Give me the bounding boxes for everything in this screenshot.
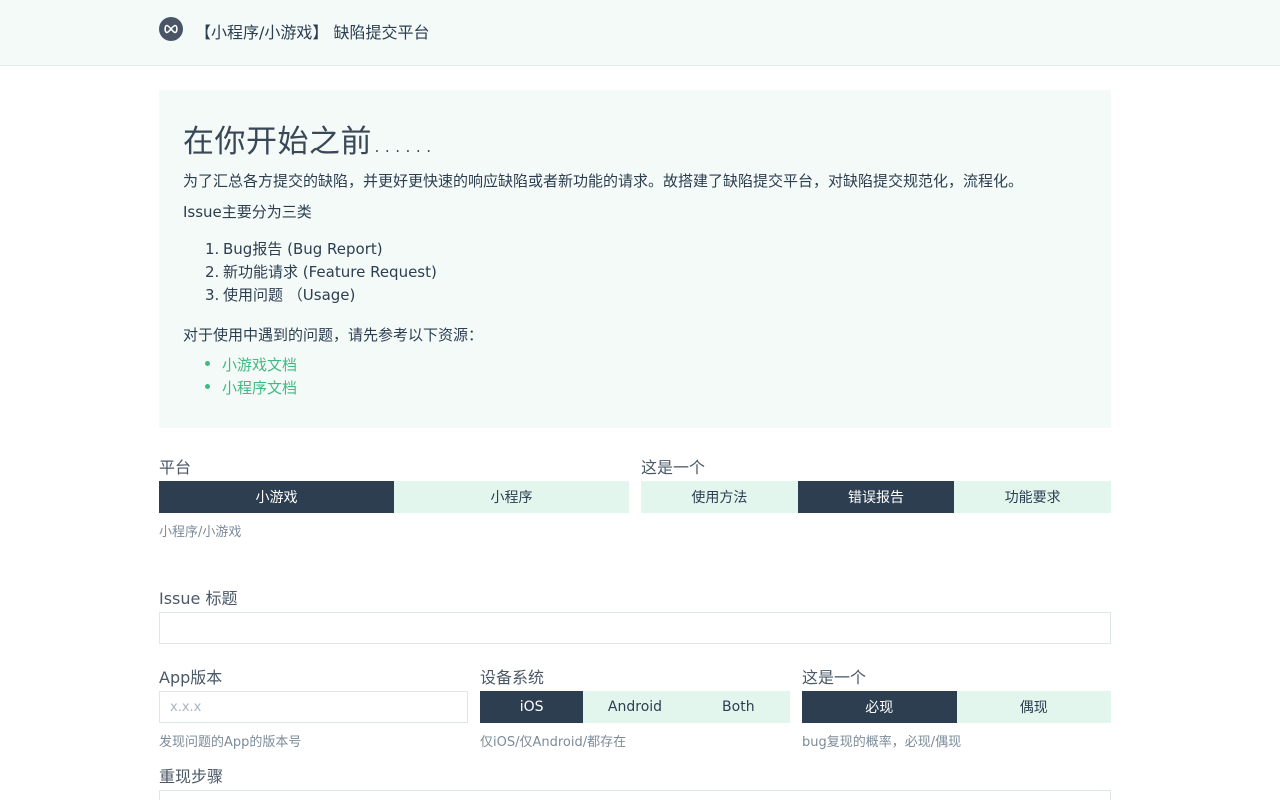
list-item: 2. 新功能请求 (Feature Request) bbox=[205, 263, 437, 281]
app-version-input[interactable] bbox=[159, 691, 468, 723]
os-hint: 仅iOS/仅Android/都存在 bbox=[480, 735, 627, 750]
issue-type-option-bug[interactable]: 错误报告 bbox=[797, 481, 955, 513]
issue-type-selector: 使用方法 错误报告 功能要求 bbox=[641, 481, 1112, 513]
reproducibility-hint: bug复现的概率，必现/偶现 bbox=[802, 735, 962, 750]
app-version-hint: 发现问题的App的版本号 bbox=[159, 735, 302, 750]
reproducibility-option-always[interactable]: 必现 bbox=[802, 691, 957, 723]
infinity-logo-icon[interactable] bbox=[159, 17, 183, 41]
miniprogram-docs-link[interactable]: 小程序文档 bbox=[222, 379, 297, 397]
os-option-android[interactable]: Android bbox=[583, 691, 687, 723]
issue-title-label: Issue 标题 bbox=[159, 589, 238, 608]
app-version-label: App版本 bbox=[159, 668, 223, 687]
platform-label: 平台 bbox=[159, 458, 192, 477]
platform-selector: 小游戏 小程序 bbox=[159, 481, 629, 513]
os-option-both[interactable]: Both bbox=[686, 691, 790, 723]
issue-type-option-feature[interactable]: 功能要求 bbox=[954, 481, 1112, 513]
list-item: 小程序文档 bbox=[205, 377, 297, 400]
resource-list: 小游戏文档 小程序文档 bbox=[205, 354, 297, 400]
steps-textarea[interactable] bbox=[159, 790, 1111, 800]
app-header: 【小程序/小游戏】 缺陷提交平台 bbox=[0, 0, 1280, 66]
issue-type-list: 1. Bug报告 (Bug Report) 2. 新功能请求 (Feature Re… bbox=[205, 238, 437, 307]
reproducibility-option-sometimes[interactable]: 偶现 bbox=[956, 691, 1111, 723]
intro-heading: 在你开始之前...... bbox=[183, 124, 435, 160]
os-option-ios[interactable]: iOS bbox=[480, 691, 584, 723]
list-item: 1. Bug报告 (Bug Report) bbox=[205, 240, 383, 258]
minigame-docs-link[interactable]: 小游戏文档 bbox=[222, 356, 297, 374]
list-item: 3. 使用问题 （Usage) bbox=[205, 286, 356, 304]
steps-label: 重现步骤 bbox=[159, 767, 224, 786]
os-label: 设备系统 bbox=[480, 668, 545, 687]
page-title: 【小程序/小游戏】 缺陷提交平台 bbox=[195, 23, 430, 42]
intro-paragraph: 为了汇总各方提交的缺陷，并更好更快速的响应缺陷或者新功能的请求。故搭建了缺陷提交… bbox=[183, 172, 1024, 190]
reproducibility-selector: 必现 偶现 bbox=[802, 691, 1111, 723]
issue-type-option-usage[interactable]: 使用方法 bbox=[641, 481, 798, 513]
issue-type-label: 这是一个 bbox=[641, 458, 706, 477]
intro-panel: 在你开始之前...... 为了汇总各方提交的缺陷，并更好更快速的响应缺陷或者新功… bbox=[159, 90, 1111, 428]
reproducibility-label: 这是一个 bbox=[802, 668, 867, 687]
platform-option-minigame[interactable]: 小游戏 bbox=[159, 481, 394, 513]
issue-title-input[interactable] bbox=[159, 612, 1111, 644]
resources-intro: 对于使用中遇到的问题，请先参考以下资源： bbox=[183, 326, 484, 344]
platform-option-miniprogram[interactable]: 小程序 bbox=[394, 481, 629, 513]
issue-types-intro: Issue主要分为三类 bbox=[183, 203, 312, 221]
list-item: 小游戏文档 bbox=[205, 354, 297, 377]
os-selector: iOS Android Both bbox=[480, 691, 790, 723]
platform-hint: 小程序/小游戏 bbox=[159, 525, 242, 540]
